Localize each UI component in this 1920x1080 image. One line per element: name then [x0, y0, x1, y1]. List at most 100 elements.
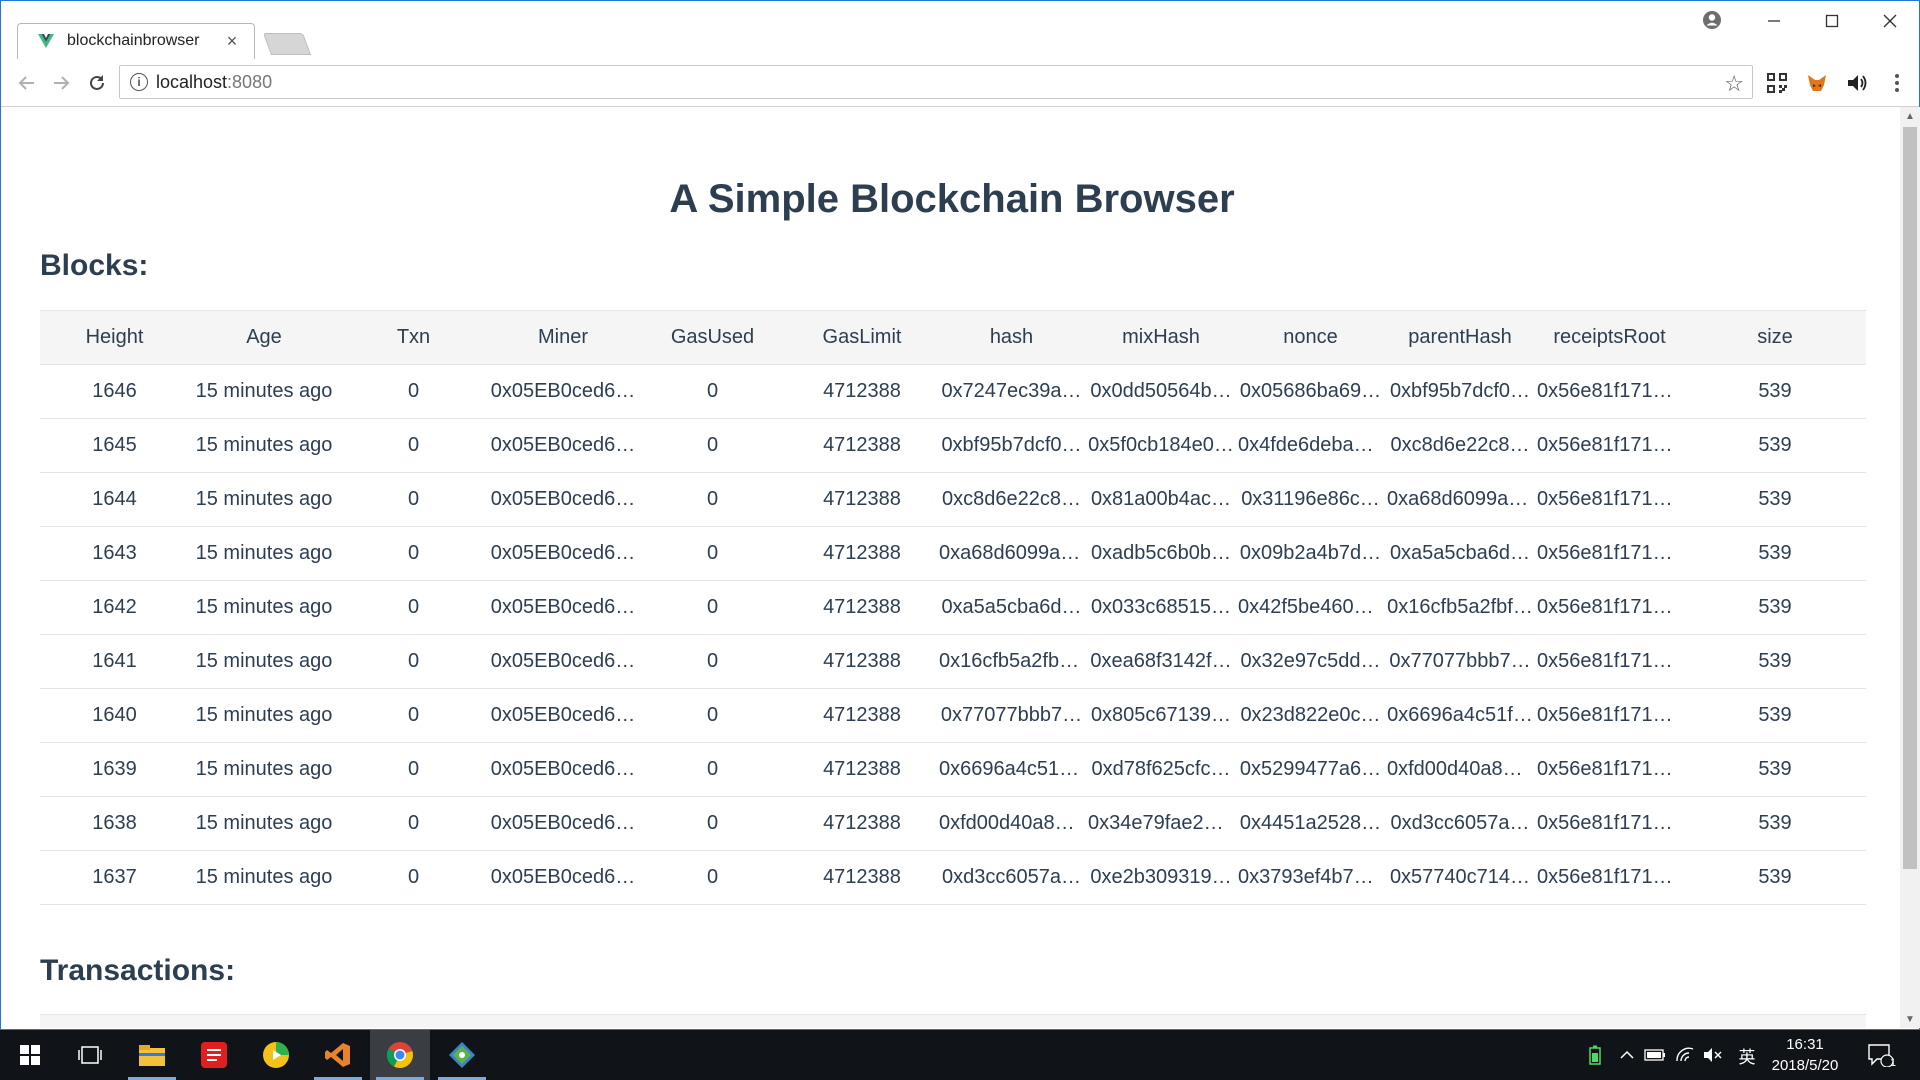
tray-expand-chevron-icon[interactable] [1616, 1044, 1638, 1066]
tab-close-icon[interactable]: × [223, 31, 241, 52]
cell-gaslimit: 4712388 [787, 472, 937, 527]
table-row[interactable]: 1644 15 minutes ago 0 0x05EB0ced6… 0 4712388 0… [40, 472, 1866, 527]
cell-hash: 0xbf95b7dcf0… [937, 418, 1086, 473]
cell-txn: 0 [339, 364, 488, 419]
cell-height: 1646 [40, 364, 189, 419]
cell-age: 15 minutes ago [189, 580, 339, 635]
reload-button[interactable] [83, 69, 111, 97]
cell-nonce: 0x42f5be460a… [1236, 580, 1385, 635]
browser-toolbar: i localhost :8080 ☆ [1, 59, 1919, 107]
column-header-receiptsroot: receiptsRoot [1535, 310, 1684, 365]
cell-parenthash: 0xd3cc6057a… [1385, 796, 1535, 851]
cell-age: 15 minutes ago [189, 364, 339, 419]
cell-gasused: 0 [638, 526, 787, 581]
chrome-menu-icon[interactable] [1885, 71, 1909, 95]
table-row[interactable]: 1638 15 minutes ago 0 0x05EB0ced6… 0 4712388 0… [40, 796, 1866, 851]
address-bar[interactable]: i localhost :8080 ☆ [119, 65, 1753, 99]
battery-status-icon[interactable] [1584, 1044, 1606, 1066]
cell-age: 15 minutes ago [189, 796, 339, 851]
cell-gasused: 0 [638, 850, 787, 905]
taskbar-chrome[interactable] [370, 1030, 430, 1080]
wifi-icon[interactable] [1674, 1044, 1696, 1066]
profile-icon[interactable] [1701, 9, 1723, 31]
tab-title: blockchainbrowser [67, 32, 200, 49]
column-header-gasused: GasUsed [638, 310, 787, 365]
cell-parenthash: 0x16cfb5a2fbf… [1385, 580, 1535, 635]
table-row[interactable]: 1637 15 minutes ago 0 0x05EB0ced6… 0 4712388 0… [40, 850, 1866, 905]
site-info-icon[interactable]: i [130, 73, 148, 91]
cell-gasused: 0 [638, 634, 787, 689]
cell-hash: 0xa5a5cba6d… [937, 580, 1086, 635]
cell-txn: 0 [339, 796, 488, 851]
cell-miner: 0x05EB0ced6… [488, 526, 638, 581]
cell-receiptsroot: 0x56e81f171b… [1535, 472, 1684, 527]
qr-code-extension-icon[interactable] [1765, 71, 1789, 95]
taskbar-visual-studio[interactable] [308, 1030, 368, 1080]
windows-taskbar: 英 16:31 2018/5/20 1 [0, 1030, 1920, 1080]
cell-mixhash: 0x34e79fae2a… [1086, 796, 1236, 851]
close-window-button[interactable] [1861, 1, 1919, 41]
cell-miner: 0x05EB0ced6… [488, 688, 638, 743]
git-client-icon [449, 1042, 475, 1068]
cell-parenthash: 0xc8d6e22c8… [1385, 418, 1535, 473]
cell-mixhash: 0x81a00b4ac… [1086, 472, 1236, 527]
table-row[interactable]: 1641 15 minutes ago 0 0x05EB0ced6… 0 4712388 0… [40, 634, 1866, 689]
cell-age: 15 minutes ago [189, 742, 339, 797]
taskbar-file-explorer[interactable] [122, 1030, 182, 1080]
column-header-age: Age [189, 310, 339, 365]
windows-logo-icon [20, 1045, 40, 1065]
page-scrollbar[interactable]: ▲ ▼ [1900, 107, 1920, 1028]
taskbar-media-player[interactable] [246, 1030, 306, 1080]
cell-height: 1640 [40, 688, 189, 743]
youdao-dictionary-icon [201, 1042, 227, 1068]
cell-mixhash: 0x033c68515… [1086, 580, 1236, 635]
cell-nonce: 0x3793ef4b72… [1236, 850, 1385, 905]
cell-gaslimit: 4712388 [787, 526, 937, 581]
maximize-button[interactable] [1803, 1, 1861, 41]
speaker-extension-icon[interactable] [1845, 71, 1869, 95]
vue-logo-icon [37, 32, 55, 50]
cell-age: 15 minutes ago [189, 634, 339, 689]
cell-age: 15 minutes ago [189, 850, 339, 905]
cell-size: 539 [1684, 688, 1866, 743]
power-battery-icon[interactable] [1644, 1044, 1666, 1066]
cell-hash: 0xc8d6e22c8… [937, 472, 1086, 527]
table-row[interactable]: 1640 15 minutes ago 0 0x05EB0ced6… 0 4712388 0… [40, 688, 1866, 743]
cell-hash: 0x6696a4c51f… [937, 742, 1086, 797]
table-row[interactable]: 1639 15 minutes ago 0 0x05EB0ced6… 0 4712388 0… [40, 742, 1866, 797]
taskbar-youdao-dict[interactable] [184, 1030, 244, 1080]
start-button[interactable] [0, 1030, 60, 1080]
blocks-table: Height Age Txn Miner GasUsed GasLimit hash mixH… [40, 310, 1866, 905]
task-view-button[interactable] [60, 1030, 120, 1080]
new-tab-button[interactable] [262, 33, 312, 55]
cell-gasused: 0 [638, 418, 787, 473]
cell-nonce: 0x4fde6debaa… [1236, 418, 1385, 473]
back-button[interactable] [13, 69, 41, 97]
cell-gaslimit: 4712388 [787, 580, 937, 635]
forward-button[interactable] [47, 69, 75, 97]
blocks-heading: Blocks: [40, 249, 149, 282]
metamask-fox-icon[interactable] [1805, 71, 1829, 95]
cell-nonce: 0x23d822e0c… [1236, 688, 1385, 743]
tab-blockchainbrowser[interactable]: blockchainbrowser × [27, 23, 253, 59]
bookmark-star-icon[interactable]: ☆ [1724, 71, 1744, 97]
column-header-parenthash: parentHash [1385, 310, 1535, 365]
taskbar-clock[interactable]: 16:31 2018/5/20 [1750, 1034, 1860, 1076]
column-header-mixhash: mixHash [1086, 310, 1236, 365]
cell-age: 15 minutes ago [189, 472, 339, 527]
table-row[interactable]: 1643 15 minutes ago 0 0x05EB0ced6… 0 4712388 0… [40, 526, 1866, 581]
scrollbar-thumb[interactable] [1903, 127, 1917, 869]
scroll-up-arrow-icon[interactable]: ▲ [1900, 107, 1920, 125]
media-player-icon [263, 1042, 289, 1068]
table-row[interactable]: 1646 15 minutes ago 0 0x05EB0ced6… 0 4712388 0… [40, 364, 1866, 419]
cell-parenthash: 0xbf95b7dcf0… [1385, 364, 1535, 419]
taskbar-git-client[interactable] [432, 1030, 492, 1080]
table-row[interactable]: 1642 15 minutes ago 0 0x05EB0ced6… 0 4712388 0… [40, 580, 1866, 635]
minimize-button[interactable] [1745, 1, 1803, 41]
scroll-down-arrow-icon[interactable]: ▼ [1900, 1010, 1920, 1028]
cell-gaslimit: 4712388 [787, 418, 937, 473]
volume-muted-icon[interactable] [1702, 1044, 1724, 1066]
table-row[interactable]: 1645 15 minutes ago 0 0x05EB0ced6… 0 4712388 0… [40, 418, 1866, 473]
cell-receiptsroot: 0x56e81f171b… [1535, 688, 1684, 743]
cell-parenthash: 0x57740c714… [1385, 850, 1535, 905]
